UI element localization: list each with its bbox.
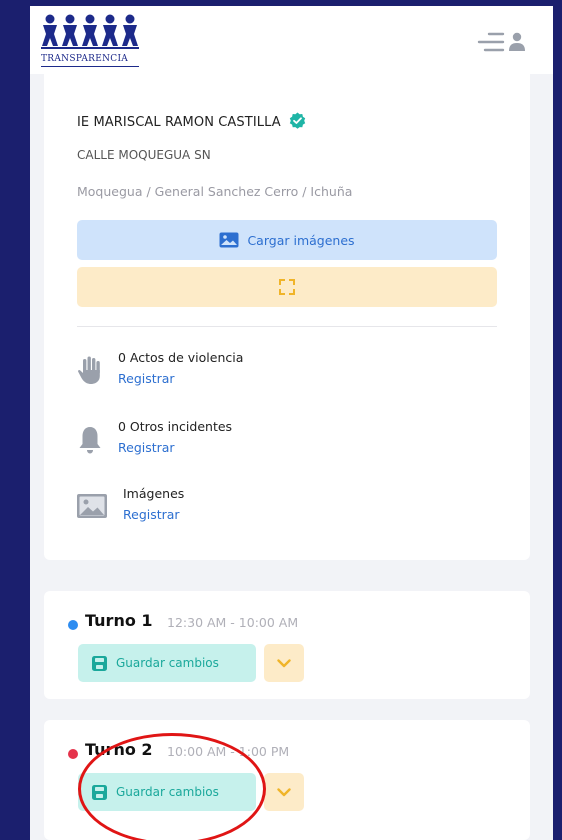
app-screen: TRANSPARENCIA IE MARISCAL RAMON CASTILLA <box>30 6 553 840</box>
menu-lines-icon <box>477 32 505 52</box>
turno-1-card: Turno 1 12:30 AM - 10:00 AM Guardar camb… <box>44 591 530 699</box>
turno-1-save-button[interactable]: Guardar cambios <box>78 644 256 682</box>
images-title: Imágenes <box>123 486 185 501</box>
expand-icon <box>279 279 295 295</box>
register-images-link[interactable]: Registrar <box>123 507 180 522</box>
logo-text: TRANSPARENCIA <box>41 54 129 64</box>
top-bar: TRANSPARENCIA <box>30 6 553 74</box>
annotation-highlight-circle <box>78 733 266 840</box>
turno-1-expand-button[interactable] <box>264 644 304 682</box>
turno-1-status-dot <box>68 620 78 630</box>
section-divider <box>77 326 497 327</box>
register-violence-link[interactable]: Registrar <box>118 371 175 386</box>
logo-underline <box>41 66 139 67</box>
register-other-incidents-link[interactable]: Registrar <box>118 440 175 455</box>
school-name: IE MARISCAL RAMON CASTILLA <box>77 115 281 130</box>
save-icon <box>92 655 107 671</box>
user-icon <box>509 32 525 51</box>
other-incidents-row: 0 Otros incidentes Registrar <box>77 419 497 467</box>
image-icon <box>219 232 239 248</box>
chevron-down-icon <box>277 787 291 796</box>
turno-1-name: Turno 1 <box>85 611 153 630</box>
chevron-down-icon <box>277 658 291 667</box>
school-location: Moquegua / General Sanchez Cerro / Ichuñ… <box>77 184 353 199</box>
upload-images-button[interactable]: Cargar imágenes <box>77 220 497 260</box>
upload-images-label: Cargar imágenes <box>247 232 355 248</box>
turno-1-time: 12:30 AM - 10:00 AM <box>167 615 299 630</box>
turno-2-expand-button[interactable] <box>264 773 304 811</box>
violence-count: 0 Actos de violencia <box>118 350 244 365</box>
school-card: IE MARISCAL RAMON CASTILLA CALLE MOQUEGU… <box>44 74 530 560</box>
school-name-row: IE MARISCAL RAMON CASTILLA <box>77 112 306 130</box>
turno-2-status-dot <box>68 749 78 759</box>
image-icon <box>77 494 107 518</box>
turno-1-save-label: Guardar cambios <box>116 656 219 670</box>
hand-icon <box>78 356 100 384</box>
school-address: CALLE MOQUEGUA SN <box>77 148 211 162</box>
other-incidents-count: 0 Otros incidentes <box>118 419 233 434</box>
expand-button[interactable] <box>77 267 497 307</box>
bell-icon <box>79 427 101 454</box>
logo-figures-icon <box>41 14 139 49</box>
menu-button[interactable] <box>475 30 527 54</box>
verified-badge-icon <box>289 112 306 129</box>
transparencia-logo[interactable]: TRANSPARENCIA <box>41 14 151 68</box>
violence-row: 0 Actos de violencia Registrar <box>77 350 497 398</box>
images-row: Imágenes Registrar <box>77 486 497 534</box>
